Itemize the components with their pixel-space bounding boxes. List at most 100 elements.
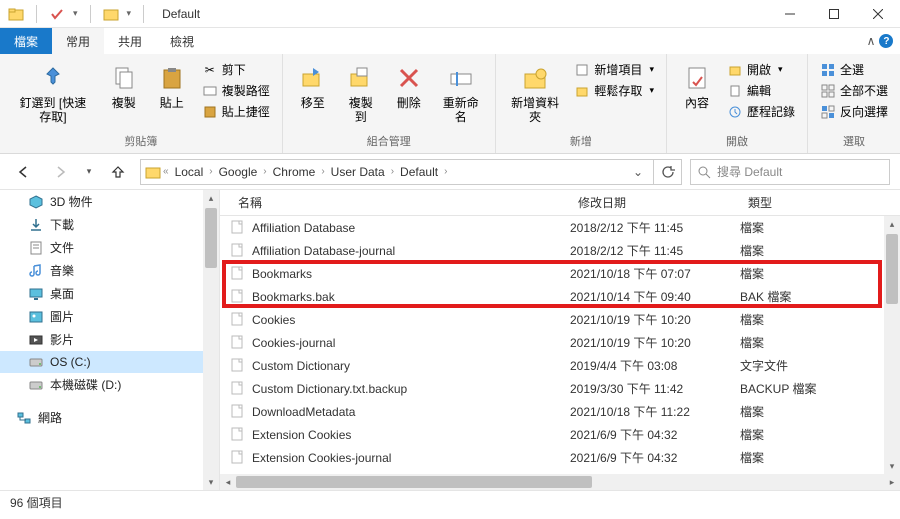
refresh-button[interactable] [654, 159, 682, 185]
file-row[interactable]: Extension Cookies2021/6/9 下午 04:32檔案 [220, 423, 900, 446]
nav-item[interactable]: 圖片 [0, 305, 219, 328]
nav-label: 音樂 [50, 262, 74, 279]
download-icon [28, 217, 44, 233]
file-row[interactable]: Affiliation Database-journal2018/2/12 下午… [220, 239, 900, 262]
nav-item[interactable]: OS (C:) [0, 351, 219, 373]
minimize-button[interactable] [768, 0, 812, 28]
recent-dropdown[interactable]: ▾ [82, 158, 96, 186]
nav-label: 3D 物件 [50, 193, 93, 210]
folder-icon [103, 6, 119, 22]
nav-item[interactable]: 下載 [0, 213, 219, 236]
select-all-button[interactable]: 全選 [816, 60, 892, 79]
nav-item[interactable]: 影片 [0, 328, 219, 351]
window-title: Default [162, 7, 200, 21]
scrollbar-thumb[interactable] [236, 476, 592, 488]
file-type: BAK 檔案 [740, 288, 880, 305]
up-button[interactable] [104, 158, 132, 186]
properties-button[interactable]: 內容 [675, 58, 719, 114]
copy-path-button[interactable]: 複製路徑 [198, 81, 274, 100]
scrollbar-thumb[interactable] [205, 208, 217, 268]
edit-button[interactable]: 編輯 [723, 81, 799, 100]
item-count: 96 個項目 [10, 494, 63, 511]
tab-home[interactable]: 常用 [52, 28, 104, 54]
maximize-button[interactable] [812, 0, 856, 28]
tab-view[interactable]: 檢視 [156, 28, 208, 54]
nav-label: 下載 [50, 216, 74, 233]
file-row[interactable]: Bookmarks.bak2021/10/14 下午 09:40BAK 檔案 [220, 285, 900, 308]
paste-button[interactable]: 貼上 [150, 58, 194, 114]
qat-properties-icon[interactable] [49, 6, 65, 22]
nav-scrollbar[interactable]: ▴ ▾ [203, 190, 219, 490]
cut-button[interactable]: ✂剪下 [198, 60, 274, 79]
breadcrumb-dropdown[interactable]: ⌄ [627, 165, 649, 179]
forward-button[interactable] [46, 158, 74, 186]
close-button[interactable] [856, 0, 900, 28]
easy-access-button[interactable]: 輕鬆存取▾ [570, 81, 658, 100]
delete-button[interactable]: 刪除 [387, 58, 431, 114]
copy-to-button[interactable]: 複製到 [339, 58, 383, 129]
file-name: Extension Cookies [252, 428, 351, 442]
music-icon [28, 263, 44, 279]
column-headers: 名稱 修改日期 類型 [220, 190, 900, 216]
file-row[interactable]: Cookies-journal2021/10/19 下午 10:20檔案 [220, 331, 900, 354]
col-name[interactable]: 名稱 [230, 194, 570, 211]
breadcrumb[interactable]: « Local› Google› Chrome› User Data› Defa… [140, 159, 654, 185]
disk-icon [28, 354, 44, 370]
nav-item[interactable]: 桌面 [0, 282, 219, 305]
file-date: 2021/10/14 下午 09:40 [570, 288, 740, 305]
crumb[interactable]: Default [396, 165, 442, 179]
open-button[interactable]: 開啟▾ [723, 60, 799, 79]
nav-item[interactable]: 3D 物件 [0, 190, 219, 213]
nav-label: 影片 [50, 331, 74, 348]
file-type: 檔案 [740, 334, 880, 351]
crumb[interactable]: Google [215, 165, 262, 179]
nav-label: 網路 [38, 409, 62, 426]
pin-button[interactable]: 釘選到 [快速存取] [8, 58, 98, 129]
nav-item[interactable]: 音樂 [0, 259, 219, 282]
nav-item[interactable]: 本機磁碟 (D:) [0, 373, 219, 396]
history-button[interactable]: 歷程記錄 [723, 102, 799, 121]
col-type[interactable]: 類型 [740, 194, 880, 211]
pin-icon [37, 62, 69, 94]
file-date: 2019/4/4 下午 03:08 [570, 357, 740, 374]
file-row[interactable]: Affiliation Database2018/2/12 下午 11:45檔案 [220, 216, 900, 239]
ribbon-collapse[interactable]: ∧? [860, 28, 900, 54]
cube-icon [28, 194, 44, 210]
tab-share[interactable]: 共用 [104, 28, 156, 54]
scrollbar-thumb[interactable] [886, 234, 898, 304]
col-date[interactable]: 修改日期 [570, 194, 740, 211]
paste-shortcut-button[interactable]: 貼上捷徑 [198, 102, 274, 121]
invert-selection-button[interactable]: 反向選擇 [816, 102, 892, 121]
qat-dropdown-icon[interactable]: ▾ [127, 8, 132, 19]
file-row[interactable]: Cookies2021/10/19 下午 10:20檔案 [220, 308, 900, 331]
file-row[interactable]: Bookmarks2021/10/18 下午 07:07檔案 [220, 262, 900, 285]
file-row[interactable]: Custom Dictionary2019/4/4 下午 03:08文字文件 [220, 354, 900, 377]
disk-icon [28, 377, 44, 393]
file-hscrollbar[interactable]: ◂▸ [220, 474, 900, 490]
qat-dropdown-icon[interactable]: ▾ [73, 8, 78, 19]
crumb[interactable]: User Data [327, 165, 389, 179]
video-icon [28, 332, 44, 348]
file-row[interactable]: DownloadMetadata2021/10/18 下午 11:22檔案 [220, 400, 900, 423]
back-button[interactable] [10, 158, 38, 186]
copy-button[interactable]: 複製 [102, 58, 146, 114]
move-to-button[interactable]: 移至 [291, 58, 335, 114]
new-folder-button[interactable]: 新增資料夾 [504, 58, 567, 129]
search-input[interactable]: 搜尋 Default [690, 159, 890, 185]
file-list[interactable]: Affiliation Database2018/2/12 下午 11:45檔案… [220, 216, 900, 474]
file-date: 2021/10/18 下午 11:22 [570, 403, 740, 420]
select-none-button[interactable]: 全部不選 [816, 81, 892, 100]
crumb[interactable]: Local [171, 165, 208, 179]
new-item-button[interactable]: 新增項目▾ [570, 60, 658, 79]
file-row[interactable]: Custom Dictionary.txt.backup2019/3/30 下午… [220, 377, 900, 400]
nav-item[interactable]: 網路 [0, 406, 219, 429]
rename-button[interactable]: 重新命名 [435, 58, 487, 129]
file-vscrollbar[interactable]: ▴ ▾ [884, 216, 900, 474]
nav-item[interactable]: 文件 [0, 236, 219, 259]
tab-file[interactable]: 檔案 [0, 28, 52, 54]
help-icon[interactable]: ? [879, 34, 893, 48]
crumb[interactable]: Chrome [269, 165, 320, 179]
file-row[interactable]: Extension Cookies-journal2021/6/9 下午 04:… [220, 446, 900, 469]
navigation-pane: 3D 物件下載文件音樂桌面圖片影片 OS (C:)本機磁碟 (D:) 網路 ▴ ▾ [0, 190, 220, 490]
address-bar: ▾ « Local› Google› Chrome› User Data› De… [0, 154, 900, 190]
